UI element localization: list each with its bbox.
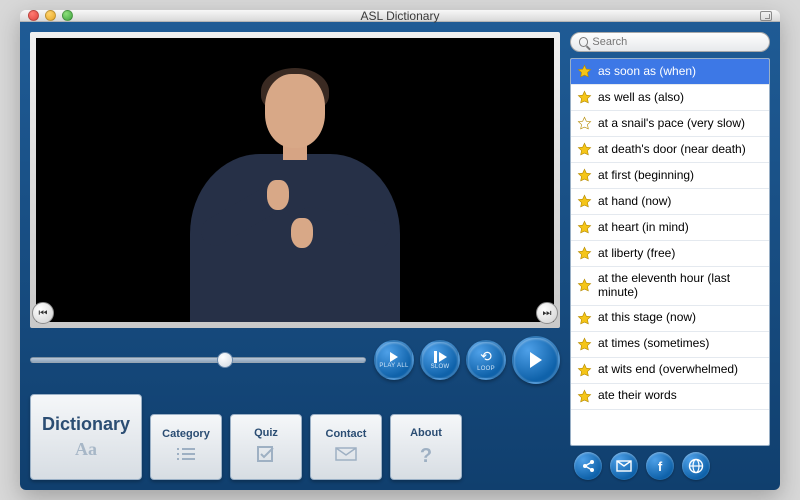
word-label: as well as (also) — [598, 91, 763, 105]
word-item[interactable]: at this stage (now) — [571, 306, 769, 332]
loop-button[interactable]: ⟲ LOOP — [466, 340, 506, 380]
next-video-button[interactable]: ⏭ — [536, 302, 558, 324]
skip-forward-icon: ⏭ — [543, 308, 552, 319]
word-label: at the eleventh hour (last minute) — [598, 272, 763, 300]
titlebar: ASL Dictionary — [20, 10, 780, 22]
word-label: at times (sometimes) — [598, 337, 763, 351]
star-icon[interactable] — [577, 90, 592, 105]
list-icon — [175, 446, 197, 467]
tab-quiz-label: Quiz — [254, 427, 278, 439]
play-button[interactable] — [512, 336, 560, 384]
word-label: at first (beginning) — [598, 169, 763, 183]
star-icon[interactable] — [577, 168, 592, 183]
app-window: ASL Dictionary — [20, 10, 780, 490]
star-icon[interactable] — [577, 337, 592, 352]
word-label: at a snail's pace (very slow) — [598, 117, 763, 131]
slow-label: SLOW — [431, 364, 450, 370]
web-button[interactable] — [682, 452, 710, 480]
tab-dictionary[interactable]: Dictionary Aa — [30, 394, 142, 480]
signer-figure — [175, 62, 415, 322]
share-icon — [581, 459, 595, 473]
star-icon[interactable] — [577, 220, 592, 235]
word-item[interactable]: at liberty (free) — [571, 241, 769, 267]
right-column: as soon as (when) as well as (also) at a s… — [570, 32, 770, 480]
playback-controls: PLAY ALL SLOW ⟲ LOOP — [30, 336, 560, 384]
play-button-group: PLAY ALL SLOW ⟲ LOOP — [374, 336, 560, 384]
progress-slider[interactable] — [30, 351, 366, 369]
mail-button[interactable] — [610, 452, 638, 480]
star-icon[interactable] — [577, 194, 592, 209]
tab-about-label: About — [410, 427, 442, 439]
star-icon[interactable] — [577, 363, 592, 378]
word-label: at this stage (now) — [598, 311, 763, 325]
globe-icon — [688, 458, 704, 474]
tab-category[interactable]: Category — [150, 414, 222, 480]
word-item[interactable]: at times (sometimes) — [571, 332, 769, 358]
word-item[interactable]: at hand (now) — [571, 189, 769, 215]
slow-button[interactable]: SLOW — [420, 340, 460, 380]
fullscreen-icon[interactable] — [760, 11, 772, 21]
word-item[interactable]: ate their words — [571, 384, 769, 410]
loop-label: LOOP — [477, 366, 495, 372]
mail-icon — [616, 460, 632, 472]
star-icon[interactable] — [577, 278, 592, 293]
word-item[interactable]: at a snail's pace (very slow) — [571, 111, 769, 137]
word-label: at wits end (overwhelmed) — [598, 363, 763, 377]
search-input[interactable] — [592, 36, 761, 48]
word-label: ate their words — [598, 389, 763, 403]
word-label: as soon as (when) — [598, 65, 763, 79]
share-button[interactable] — [574, 452, 602, 480]
tab-contact[interactable]: Contact — [310, 414, 382, 480]
slider-track — [30, 357, 366, 363]
video-frame: ⏮ ⏭ — [30, 32, 560, 328]
word-item[interactable]: at the eleventh hour (last minute) — [571, 267, 769, 306]
left-column: ⏮ ⏭ PLAY ALL — [30, 32, 560, 480]
window-title: ASL Dictionary — [20, 10, 780, 23]
word-item[interactable]: as soon as (when) — [571, 59, 769, 85]
word-label: at death's door (near death) — [598, 143, 763, 157]
dictionary-icon: Aa — [75, 439, 97, 460]
word-label: at hand (now) — [598, 195, 763, 209]
play-icon — [390, 352, 398, 362]
word-item[interactable]: at first (beginning) — [571, 163, 769, 189]
word-label: at heart (in mind) — [598, 221, 763, 235]
word-item[interactable]: at wits end (overwhelmed) — [571, 358, 769, 384]
word-item[interactable]: at heart (in mind) — [571, 215, 769, 241]
question-icon: ? — [420, 445, 432, 468]
play-all-button[interactable]: PLAY ALL — [374, 340, 414, 380]
envelope-icon — [334, 446, 358, 467]
checkbox-icon — [255, 445, 277, 468]
tab-contact-label: Contact — [326, 428, 367, 440]
star-icon[interactable] — [577, 64, 592, 79]
word-label: at liberty (free) — [598, 247, 763, 261]
prev-video-button[interactable]: ⏮ — [32, 302, 54, 324]
slider-knob[interactable] — [217, 352, 233, 368]
word-item[interactable]: at death's door (near death) — [571, 137, 769, 163]
tab-dictionary-label: Dictionary — [42, 414, 130, 435]
app-body: ⏮ ⏭ PLAY ALL — [20, 22, 780, 490]
search-icon — [579, 37, 588, 47]
play-icon — [530, 352, 542, 368]
loop-icon: ⟲ — [480, 348, 492, 365]
star-icon[interactable] — [577, 116, 592, 131]
search-field[interactable] — [570, 32, 770, 52]
facebook-icon: f — [658, 459, 662, 474]
star-icon[interactable] — [577, 246, 592, 261]
tab-about[interactable]: About ? — [390, 414, 462, 480]
word-list[interactable]: as soon as (when) as well as (also) at a s… — [570, 58, 770, 446]
slow-icon — [434, 351, 447, 363]
facebook-button[interactable]: f — [646, 452, 674, 480]
tab-category-label: Category — [162, 428, 210, 440]
bottom-tabs: Dictionary Aa Category Quiz Contact — [30, 394, 560, 480]
star-icon[interactable] — [577, 142, 592, 157]
play-all-label: PLAY ALL — [379, 363, 408, 369]
share-row: f — [570, 452, 770, 480]
word-item[interactable]: as well as (also) — [571, 85, 769, 111]
skip-back-icon: ⏮ — [39, 308, 48, 319]
tab-quiz[interactable]: Quiz — [230, 414, 302, 480]
video-player[interactable] — [36, 38, 554, 322]
star-icon[interactable] — [577, 311, 592, 326]
star-icon[interactable] — [577, 389, 592, 404]
